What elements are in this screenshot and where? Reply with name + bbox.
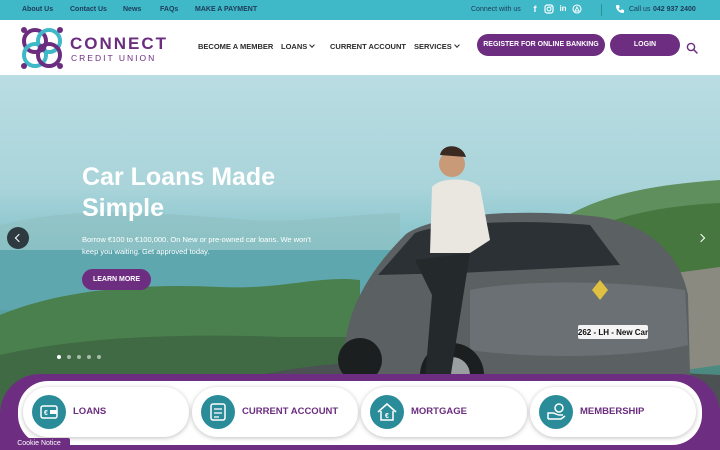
faqs-link[interactable]: FAQs xyxy=(160,6,178,13)
license-plate: 262 - LH - New Car xyxy=(578,328,648,337)
logo-subtitle: CREDIT UNION xyxy=(71,53,157,63)
call-us-label: Call us xyxy=(629,6,651,13)
quicklink-label: CURRENT ACCOUNT xyxy=(242,406,339,417)
house-icon: € xyxy=(370,395,404,429)
nav-become-a-member[interactable]: BECOME A MEMBER xyxy=(198,42,273,51)
quicklink-label: LOANS xyxy=(73,406,107,417)
slider-dot-3[interactable] xyxy=(77,355,81,359)
slider-next-button[interactable] xyxy=(691,227,713,249)
chevron-down-icon xyxy=(309,42,316,48)
logo-icon[interactable] xyxy=(17,24,67,72)
slider-dot-5[interactable] xyxy=(97,355,101,359)
nav-label: CURRENT ACCOUNT xyxy=(330,42,406,51)
quicklink-label: MORTGAGE xyxy=(411,406,467,417)
nav-label: BECOME A MEMBER xyxy=(198,42,274,51)
social-icon[interactable] xyxy=(572,4,582,14)
register-online-banking-button[interactable]: REGISTER FOR ONLINE BANKING xyxy=(477,34,605,56)
phone-number[interactable]: 042 937 2400 xyxy=(653,6,696,13)
slider-dot-1[interactable] xyxy=(57,355,61,359)
facebook-icon[interactable]: f xyxy=(530,4,540,14)
nav-label: LOANS xyxy=(281,42,308,51)
nav-services[interactable]: SERVICES xyxy=(414,42,460,51)
quicklink-current-account[interactable]: CURRENT ACCOUNT xyxy=(192,387,358,437)
slider-dot-2[interactable] xyxy=(67,355,71,359)
svg-text:€: € xyxy=(44,410,48,417)
svg-text:€: € xyxy=(385,413,389,420)
learn-more-button[interactable]: LEARN MORE xyxy=(82,269,151,290)
quicklink-mortgage[interactable]: € MORTGAGE xyxy=(361,387,527,437)
news-link[interactable]: News xyxy=(123,6,141,13)
nav-loans[interactable]: LOANS xyxy=(281,42,316,51)
linkedin-icon[interactable]: in xyxy=(558,4,568,14)
nav-current-account[interactable]: CURRENT ACCOUNT xyxy=(330,42,406,51)
login-button[interactable]: LOGIN xyxy=(610,34,680,56)
cookie-notice-tab[interactable]: Cookie Notice xyxy=(8,438,70,450)
quicklink-label: MEMBERSHIP xyxy=(580,406,645,417)
nav-label: SERVICES xyxy=(414,42,452,51)
about-us-link[interactable]: About Us xyxy=(22,6,53,13)
connect-with-us-label: Connect with us xyxy=(471,6,521,13)
slider-dot-4[interactable] xyxy=(87,355,91,359)
hero-title: Car Loans Made Simple xyxy=(82,163,276,222)
search-icon[interactable] xyxy=(686,41,698,54)
chevron-down-icon xyxy=(453,42,460,48)
account-icon xyxy=(201,395,235,429)
topbar-divider xyxy=(601,4,602,16)
quicklink-membership[interactable]: MEMBERSHIP xyxy=(530,387,696,437)
wallet-icon: € xyxy=(32,395,66,429)
chevron-right-icon xyxy=(696,233,706,243)
slider-prev-button[interactable] xyxy=(7,227,29,249)
logo-title[interactable]: CONNECT xyxy=(70,34,168,54)
top-utility-bar: About Us Contact Us News FAQs MAKE A PAY… xyxy=(0,0,720,20)
hero-description: Borrow €100 to €100,000. On New or pre-o… xyxy=(82,235,311,256)
quicklink-loans[interactable]: € LOANS xyxy=(23,387,189,437)
membership-icon xyxy=(539,395,573,429)
chevron-left-icon xyxy=(14,233,24,243)
make-a-payment-link[interactable]: MAKE A PAYMENT xyxy=(195,6,257,13)
instagram-icon[interactable] xyxy=(544,4,554,14)
phone-icon xyxy=(615,4,625,14)
contact-us-link[interactable]: Contact Us xyxy=(70,6,107,13)
